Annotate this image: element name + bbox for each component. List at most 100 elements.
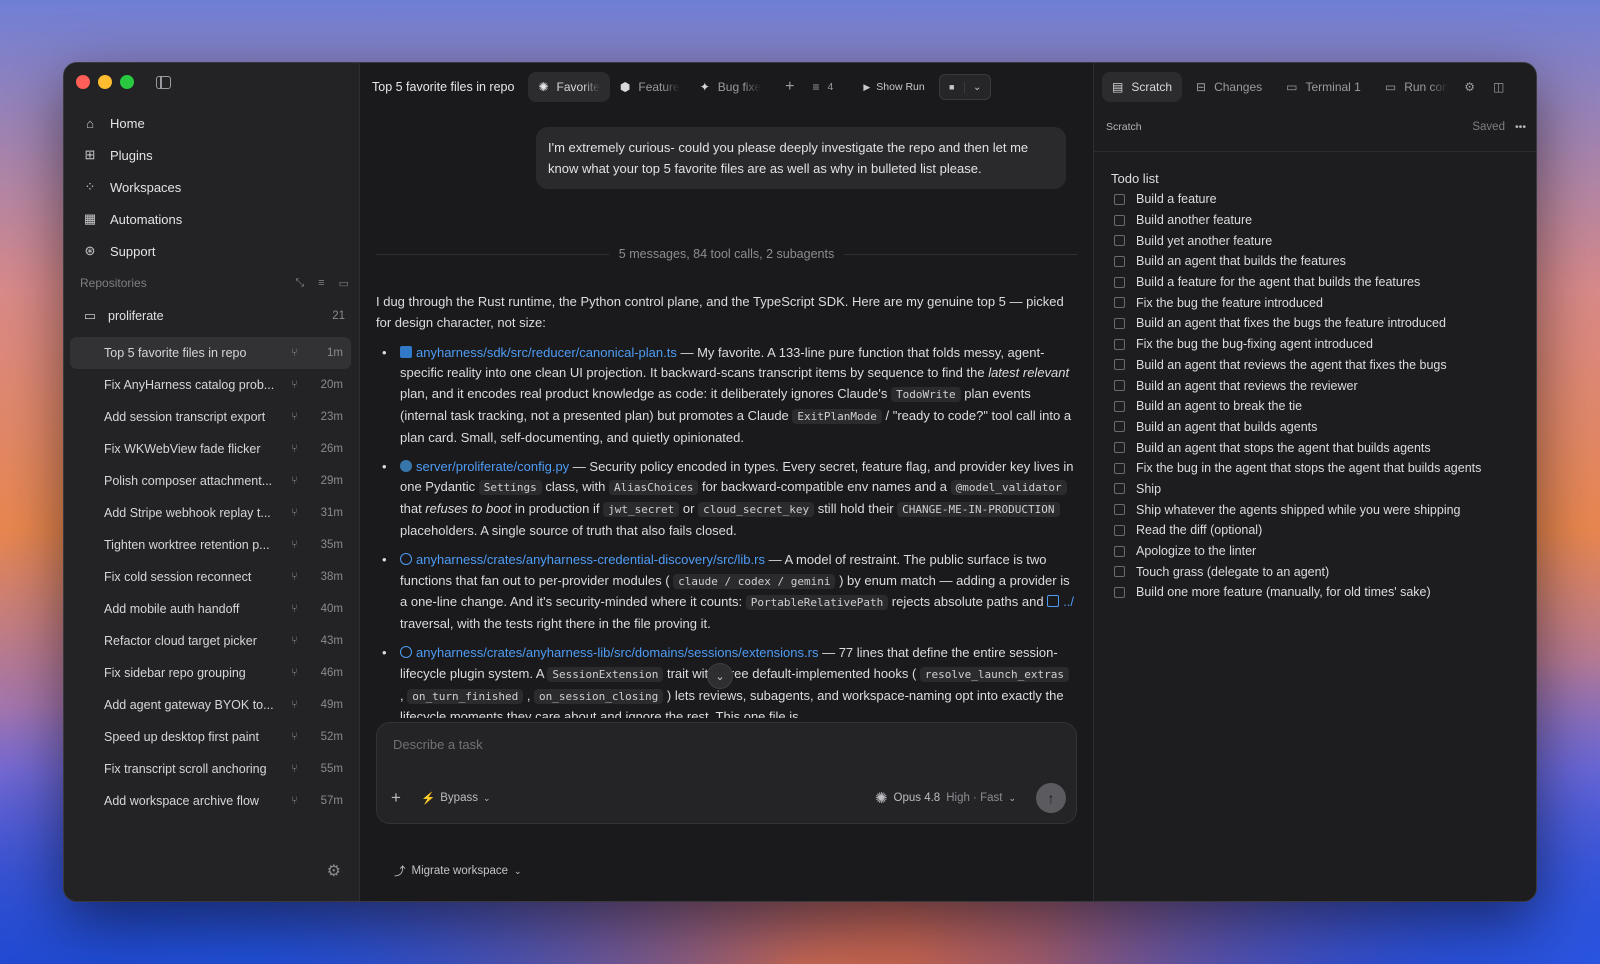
panel-layout-icon[interactable]: ◫ <box>1493 80 1504 94</box>
todo-item[interactable]: Build one more feature (manually, for ol… <box>1114 582 1528 603</box>
todo-checkbox[interactable] <box>1114 255 1125 267</box>
todo-item[interactable]: Fix the bug in the agent that stops the … <box>1114 458 1528 479</box>
task-item[interactable]: Fix sidebar repo grouping ⑂ 46m <box>70 657 351 689</box>
close-window-button[interactable] <box>76 75 90 89</box>
task-item[interactable]: Tighten worktree retention p... ⑂ 35m <box>70 529 351 561</box>
todo-checkbox[interactable] <box>1114 276 1125 288</box>
filter-lines-icon[interactable]: ≡ <box>812 80 819 94</box>
tab-feature[interactable]: ⬢ Feature <box>610 72 690 102</box>
todo-checkbox[interactable] <box>1114 359 1125 371</box>
task-input[interactable]: Describe a task <box>393 737 483 752</box>
task-item[interactable]: Refactor cloud target picker ⑂ 43m <box>70 625 351 657</box>
todo-checkbox[interactable] <box>1114 421 1125 433</box>
todo-item[interactable]: Ship whatever the agents shipped while y… <box>1114 499 1528 520</box>
minimize-window-button[interactable] <box>98 75 112 89</box>
more-options-icon[interactable]: ••• <box>1515 121 1526 133</box>
task-item[interactable]: Fix transcript scroll anchoring ⑂ 55m <box>70 753 351 785</box>
todo-item[interactable]: Build a feature <box>1114 189 1528 210</box>
todo-item[interactable]: Build an agent that fixes the bugs the f… <box>1114 313 1528 334</box>
task-item[interactable]: Polish composer attachment... ⑂ 29m <box>70 465 351 497</box>
file-link[interactable]: anyharness/crates/anyharness-credential-… <box>416 552 765 567</box>
todo-item[interactable]: Build an agent that reviews the agent th… <box>1114 355 1528 376</box>
task-item[interactable]: Add mobile auth handoff ⑂ 40m <box>70 593 351 625</box>
nav-plugins[interactable]: ⊞ Plugins <box>78 139 349 171</box>
todo-item[interactable]: Build another feature <box>1114 210 1528 231</box>
todo-checkbox[interactable] <box>1114 380 1125 392</box>
nav-support[interactable]: ⊛ Support <box>78 235 349 267</box>
workspaces-icon: ⁘ <box>84 179 96 194</box>
tab-changes[interactable]: ⊟ Changes <box>1186 72 1272 102</box>
todo-item[interactable]: Build an agent to break the tie <box>1114 396 1528 417</box>
toggle-sidebar-icon[interactable] <box>156 76 171 89</box>
path-link[interactable]: ../ <box>1063 594 1074 609</box>
tab-bugfix[interactable]: ✦ Bug fixe <box>690 72 771 102</box>
filter-icon[interactable]: ≡ <box>318 277 324 290</box>
todo-checkbox[interactable] <box>1114 317 1125 329</box>
todo-checkbox[interactable] <box>1114 524 1125 536</box>
chevron-down-icon[interactable]: ⌄ <box>963 81 990 93</box>
task-item[interactable]: Fix cold session reconnect ⑂ 38m <box>70 561 351 593</box>
tab-scratch[interactable]: ▤ Scratch <box>1102 72 1183 102</box>
todo-item[interactable]: Fix the bug the bug-fixing agent introdu… <box>1114 334 1528 355</box>
todo-checkbox[interactable] <box>1114 566 1125 578</box>
task-item[interactable]: Add Stripe webhook replay t... ⑂ 31m <box>70 497 351 529</box>
nav-automations[interactable]: ▦ Automations <box>78 203 349 235</box>
todo-checkbox[interactable] <box>1114 297 1125 309</box>
tab-favorite[interactable]: ✺ Favorite <box>528 72 610 102</box>
task-item[interactable]: Top 5 favorite files in repo ⑂ 1m <box>70 337 351 369</box>
todo-checkbox[interactable] <box>1114 214 1125 226</box>
nav-home[interactable]: ⌂ Home <box>78 107 349 139</box>
task-item[interactable]: Add workspace archive flow ⑂ 57m <box>70 785 351 817</box>
todo-checkbox[interactable] <box>1114 235 1125 247</box>
task-item[interactable]: Fix AnyHarness catalog prob... ⑂ 20m <box>70 369 351 401</box>
tab-terminal[interactable]: ▭ Terminal 1 <box>1276 72 1371 102</box>
todo-item[interactable]: Build an agent that stops the agent that… <box>1114 437 1528 458</box>
file-link[interactable]: anyharness/crates/anyharness-lib/src/dom… <box>416 645 818 660</box>
todo-item[interactable]: Fix the bug the feature introduced <box>1114 292 1528 313</box>
send-button[interactable]: ↑ <box>1036 783 1066 813</box>
todo-item[interactable]: Read the diff (optional) <box>1114 520 1528 541</box>
migrate-workspace-button[interactable]: ⤴ Migrate workspace ⌄ <box>394 863 522 879</box>
todo-checkbox[interactable] <box>1114 338 1125 350</box>
todo-item[interactable]: Build an agent that builds agents <box>1114 417 1528 438</box>
todo-checkbox[interactable] <box>1114 483 1125 495</box>
todo-checkbox[interactable] <box>1114 193 1125 205</box>
todo-checkbox[interactable] <box>1114 504 1125 516</box>
file-link[interactable]: anyharness/sdk/src/reducer/canonical-pla… <box>416 345 677 360</box>
repo-proliferate[interactable]: ▭ proliferate 21 <box>78 303 349 329</box>
task-item[interactable]: Add agent gateway BYOK to... ⑂ 49m <box>70 689 351 721</box>
scroll-down-button[interactable]: ⌄ <box>707 663 733 689</box>
thread-summary[interactable]: 5 messages, 84 tool calls, 2 subagents <box>376 247 1077 261</box>
task-item[interactable]: Add session transcript export ⑂ 23m <box>70 401 351 433</box>
todo-item[interactable]: Build an agent that builds the features <box>1114 251 1528 272</box>
show-run-button[interactable]: ▶ Show Run <box>863 81 924 93</box>
task-title: Add session transcript export <box>104 410 266 424</box>
panel-settings-icon[interactable]: ⚙ <box>1464 80 1475 94</box>
composer[interactable]: Describe a task + ⚡ Bypass ⌄ ✺ Opus 4.8 … <box>376 722 1077 824</box>
zoom-window-button[interactable] <box>120 75 134 89</box>
todo-checkbox[interactable] <box>1114 442 1125 454</box>
task-item[interactable]: Fix WKWebView fade flicker ⑂ 26m <box>70 433 351 465</box>
nav-workspaces[interactable]: ⁘ Workspaces <box>78 171 349 203</box>
file-link[interactable]: server/proliferate/config.py <box>416 459 569 474</box>
todo-item[interactable]: Build an agent that reviews the reviewer <box>1114 375 1528 396</box>
todo-checkbox[interactable] <box>1114 462 1125 474</box>
new-tab-plus-icon[interactable]: + <box>785 78 794 96</box>
todo-checkbox[interactable] <box>1114 586 1125 598</box>
todo-checkbox[interactable] <box>1114 400 1125 412</box>
model-selector[interactable]: ✺ Opus 4.8 High · Fast ⌄ <box>875 789 1016 807</box>
tab-run[interactable]: ▭ Run com <box>1375 72 1458 102</box>
todo-item[interactable]: Build a feature for the agent that build… <box>1114 272 1528 293</box>
todo-item[interactable]: Build yet another feature <box>1114 230 1528 251</box>
task-item[interactable]: Speed up desktop first paint ⑂ 52m <box>70 721 351 753</box>
todo-item[interactable]: Apologize to the linter <box>1114 541 1528 562</box>
stop-icon[interactable]: ■ <box>940 82 964 92</box>
todo-item[interactable]: Ship <box>1114 479 1528 500</box>
collapse-icon[interactable]: ⤡ <box>295 277 304 290</box>
new-folder-icon[interactable]: ▭ <box>339 277 349 290</box>
todo-item[interactable]: Touch grass (delegate to an agent) <box>1114 561 1528 582</box>
attach-plus-icon[interactable]: + <box>391 788 401 808</box>
todo-checkbox[interactable] <box>1114 545 1125 557</box>
mode-selector[interactable]: ⚡ Bypass ⌄ <box>421 791 491 805</box>
settings-gear-icon[interactable]: ⚙ <box>327 861 341 881</box>
